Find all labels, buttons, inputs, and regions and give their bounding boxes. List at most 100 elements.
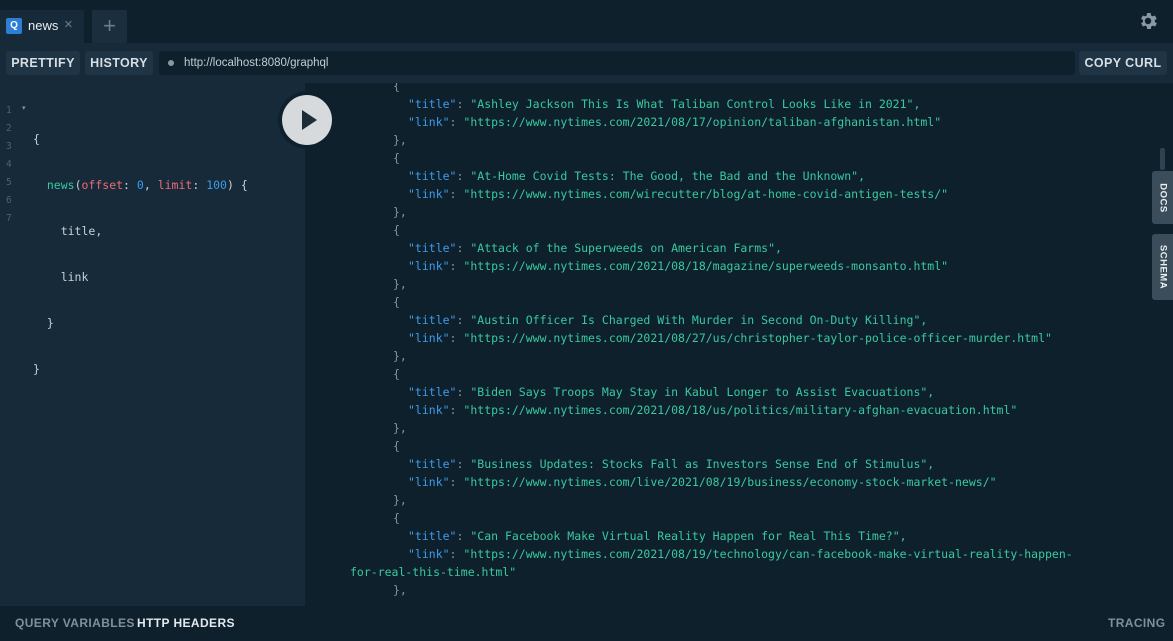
result-link-line: "link": "https://www.nytimes.com/2021/08… [408,403,1018,417]
query-tab-badge-icon: Q [6,18,22,34]
result-key: "title" [408,97,457,111]
tab-title: news [28,18,59,33]
result-key: "title" [408,385,457,399]
result-title: Ashley Jackson This Is What Taliban Cont… [477,97,907,111]
line-number-gutter: 1 2 3 4 5 6 7 [6,102,26,228]
result-object-open: { [393,367,400,381]
result-object-close: }, [393,349,407,363]
result-link-line-wrap: for-real-this-time.html" [350,565,517,579]
result-link-line: "link": "https://www.nytimes.com/2021/08… [408,259,949,273]
result-link-line: "link": "https://www.nytimes.com/wirecut… [408,187,949,201]
result-key: "link" [408,403,450,417]
result-object-close: }, [393,133,407,147]
result-key: "title" [408,457,457,471]
result-title-line: "title": "Business Updates: Stocks Fall … [408,457,935,471]
result-title-line: "title": "Ashley Jackson This Is What Ta… [408,97,921,111]
result-link: https://www.nytimes.com/2021/08/18/us/po… [470,403,1011,417]
result-link: https://www.nytimes.com/wirecutter/blog/… [470,187,942,201]
settings-gear-icon[interactable] [1137,10,1159,32]
result-key: "link" [408,475,450,489]
endpoint-url-input[interactable]: http://localhost:8080/graphql [159,51,1075,75]
result-key: "link" [408,547,450,561]
result-scrollbar[interactable] [1160,148,1165,170]
result-object-open: { [393,439,400,453]
result-key: "link" [408,187,450,201]
result-object-open: { [393,511,400,525]
tab-bar: Q news × + [0,0,1173,43]
fold-toggle-icon[interactable]: ▾ [22,104,26,112]
execute-button-face [282,95,332,145]
url-status-dot-icon [168,60,174,66]
result-object-close: }, [393,205,407,219]
tab-news[interactable]: Q news × [0,10,84,43]
result-object-close: }, [393,277,407,291]
result-title: Business Updates: Stocks Fall as Investo… [477,457,921,471]
result-link: https://www.nytimes.com/2021/08/19/techn… [470,547,1073,561]
query-code: { news(offset: 0, limit: 100) { title, l… [33,102,248,452]
line-number: 6 [6,195,12,206]
copy-curl-button[interactable]: COPY CURL [1079,51,1167,75]
result-title: Austin Officer Is Charged With Murder in… [477,313,914,327]
result-title-line: "title": "Biden Says Troops May Stay in … [408,385,935,399]
new-tab-button[interactable]: + [92,10,127,43]
code-line: title, [60,224,103,238]
result-title: Biden Says Troops May Stay in Kabul Long… [477,385,921,399]
result-title-line: "title": "At-Home Covid Tests: The Good,… [408,169,865,183]
tracing-tab[interactable]: TRACING [1108,606,1165,641]
endpoint-url-text: http://localhost:8080/graphql [184,57,329,69]
result-title-line: "title": "Can Facebook Make Virtual Real… [408,529,907,543]
result-key: "title" [408,169,457,183]
result-link-line: "link": "https://www.nytimes.com/2021/08… [408,547,1073,561]
code-line: { [33,132,40,146]
docs-tab[interactable]: DOCS [1152,171,1173,224]
line-number: 2 [6,123,12,134]
result-key: "link" [408,331,450,345]
query-editor[interactable]: 1 2 3 4 5 6 7 ▾ { news(offset: 0, limit:… [0,83,305,606]
line-number: 7 [6,213,12,224]
result-key: "title" [408,241,457,255]
result-link: https://www.nytimes.com/2021/08/18/magaz… [470,259,942,273]
result-object-open: { [393,295,400,309]
line-number: 3 [6,141,12,152]
line-number: 4 [6,159,12,170]
result-link: https://www.nytimes.com/2021/08/17/opini… [470,115,935,129]
result-link: for-real-this-time.html [350,565,510,579]
result-title: Attack of the Superweeds on American Far… [477,241,769,255]
result-object-close: }, [393,493,407,507]
line-number: 5 [6,177,12,188]
result-code: { "title": "Ashley Jackson This Is What T… [305,83,1073,599]
code-line: } [33,362,40,376]
footer-bar: QUERY VARIABLES HTTP HEADERS TRACING [0,606,1173,641]
result-viewer[interactable]: { "title": "Ashley Jackson This Is What T… [305,83,1173,606]
code-line: news(offset: 0, limit: 100) { [46,178,248,192]
result-link: https://www.nytimes.com/live/2021/08/19/… [470,475,990,489]
result-key: "link" [408,259,450,273]
http-headers-tab[interactable]: HTTP HEADERS [137,606,235,641]
code-line: } [46,316,54,330]
result-title-line: "title": "Attack of the Superweeds on Am… [408,241,782,255]
result-title: At-Home Covid Tests: The Good, the Bad a… [477,169,852,183]
result-key: "title" [408,529,457,543]
schema-tab[interactable]: SCHEMA [1152,234,1173,300]
result-link: https://www.nytimes.com/2021/08/27/us/ch… [470,331,1046,345]
result-key: "link" [408,115,450,129]
toolbar: PRETTIFY HISTORY http://localhost:8080/g… [0,43,1173,83]
prettify-button[interactable]: PRETTIFY [6,51,80,75]
result-object-open: { [393,223,400,237]
result-link-line: "link": "https://www.nytimes.com/2021/08… [408,331,1052,345]
query-variables-tab[interactable]: QUERY VARIABLES [15,606,135,641]
result-title: Can Facebook Make Virtual Reality Happen… [477,529,893,543]
execute-query-button[interactable] [278,91,336,149]
code-line: link [60,270,89,284]
result-link-line: "link": "https://www.nytimes.com/live/20… [408,475,997,489]
result-key: "title" [408,313,457,327]
play-icon [302,110,317,130]
result-object-close: }, [393,583,407,597]
tab-close-icon[interactable]: × [64,16,73,33]
result-title-line: "title": "Austin Officer Is Charged With… [408,313,928,327]
result-object-open: { [393,83,400,93]
result-link-line: "link": "https://www.nytimes.com/2021/08… [408,115,942,129]
result-object-open: { [393,151,400,165]
history-button[interactable]: HISTORY [85,51,153,75]
